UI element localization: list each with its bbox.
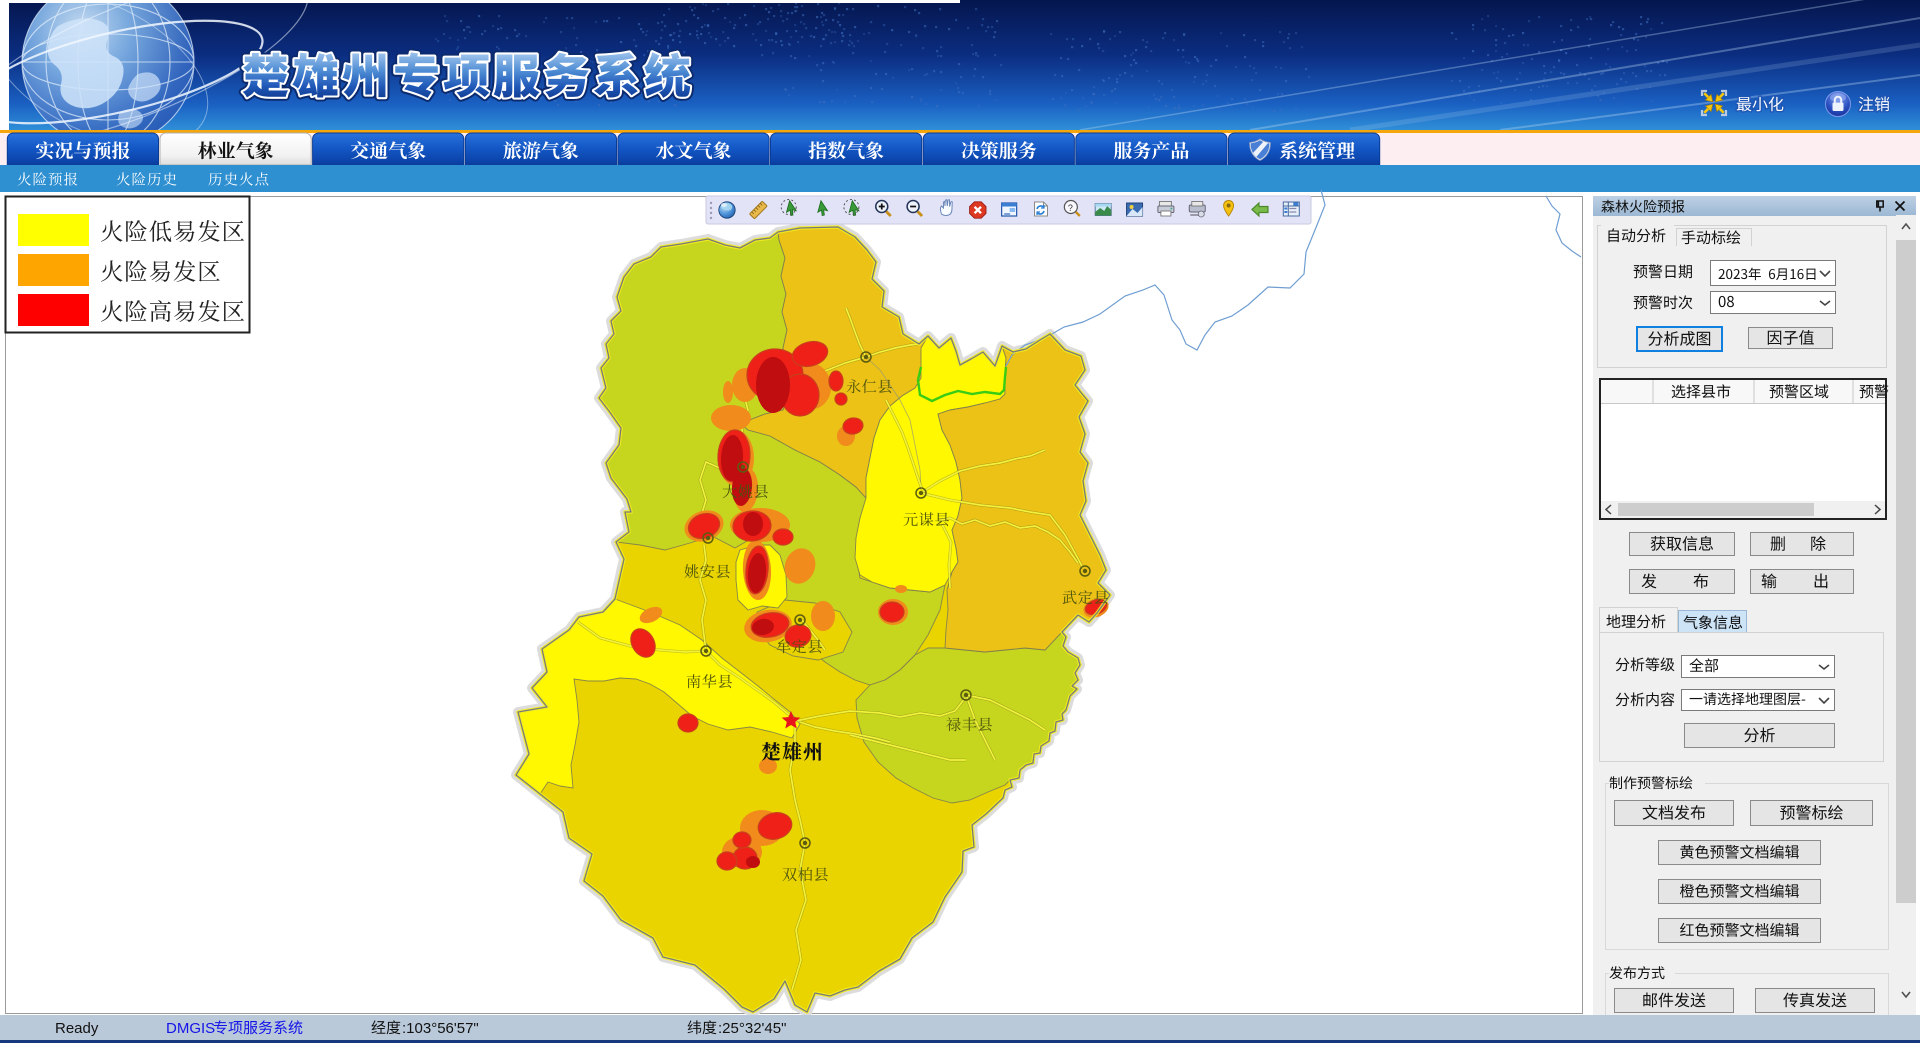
svg-text::25°32'45": :25°32'45" [718,1020,786,1037]
svg-text:Ready: Ready [55,1020,99,1037]
svg-text:DMGIS: DMGIS [166,1020,215,1037]
svg-text::103°56'57": :103°56'57" [402,1020,479,1037]
